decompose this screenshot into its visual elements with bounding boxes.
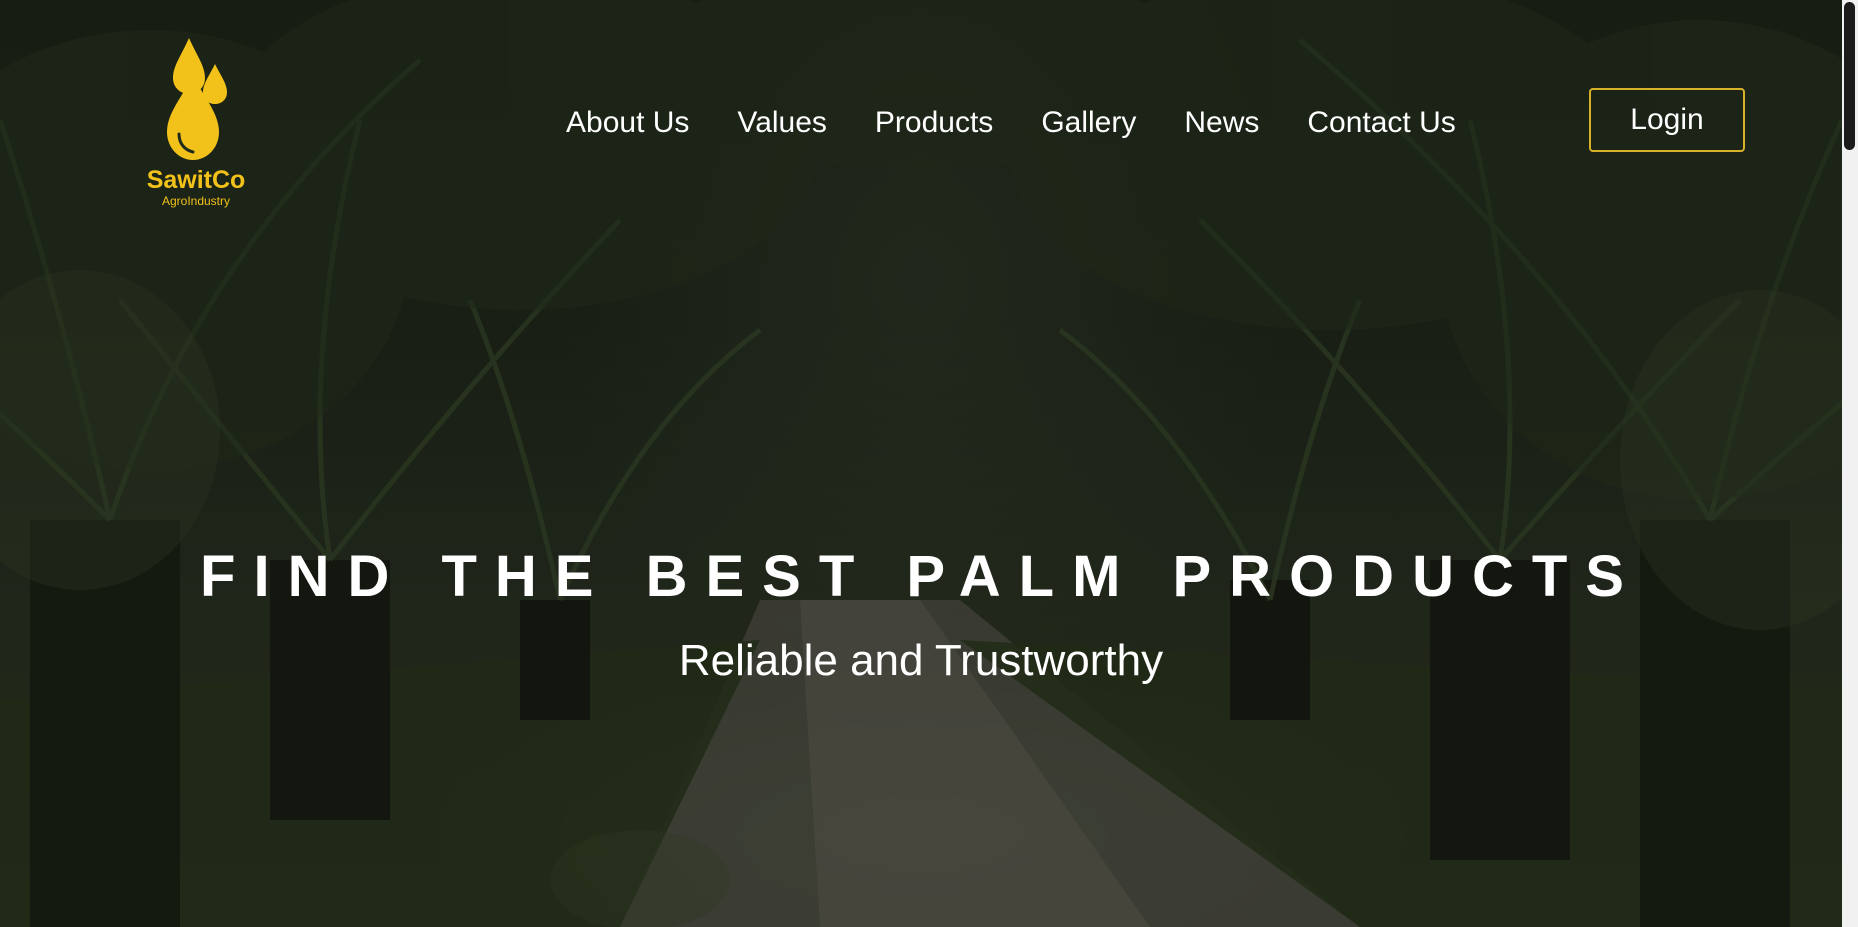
hero-section: SawitCo AgroIndustry About Us Values Pro… bbox=[0, 0, 1842, 927]
login-button[interactable]: Login bbox=[1589, 88, 1745, 152]
oil-drop-logo-icon bbox=[167, 38, 227, 160]
nav-item-news[interactable]: News bbox=[1184, 88, 1259, 158]
nav-item-values[interactable]: Values bbox=[737, 88, 827, 158]
hero-headline: FIND THE BEST PALM PRODUCTS bbox=[200, 544, 1642, 609]
vertical-scrollbar[interactable] bbox=[1842, 0, 1858, 927]
brand-tagline: AgroIndustry bbox=[161, 194, 231, 208]
hero-subheadline: Reliable and Trustworthy bbox=[678, 636, 1164, 685]
nav-item-contact-us[interactable]: Contact Us bbox=[1307, 88, 1455, 158]
brand-name: SawitCo bbox=[146, 166, 246, 194]
brand-logo[interactable]: SawitCo AgroIndustry bbox=[140, 36, 252, 208]
nav-item-about-us[interactable]: About Us bbox=[566, 88, 689, 158]
main-navigation: About Us Values Products Gallery News Co… bbox=[566, 88, 1504, 158]
nav-item-gallery[interactable]: Gallery bbox=[1041, 88, 1136, 158]
scrollbar-thumb[interactable] bbox=[1844, 2, 1855, 150]
nav-item-products[interactable]: Products bbox=[875, 88, 993, 158]
